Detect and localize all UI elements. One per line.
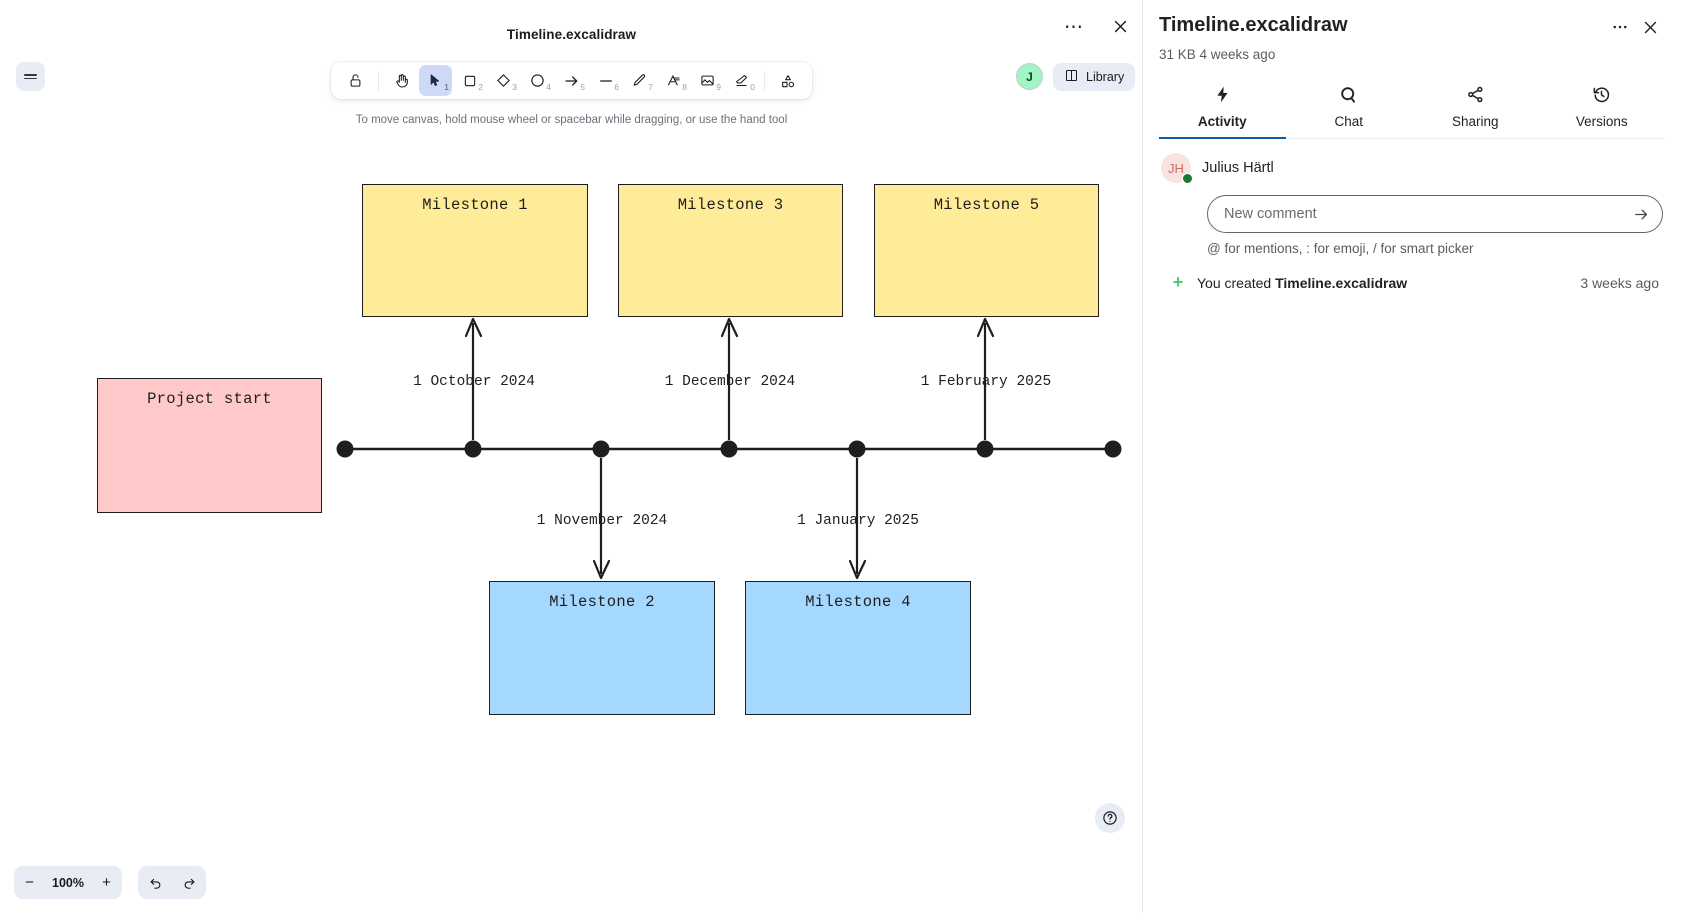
diagram-node-milestone-5[interactable]: Milestone 5 (874, 184, 1099, 317)
node-label: Milestone 1 (422, 196, 528, 214)
close-icon[interactable] (1635, 12, 1665, 42)
date-label: 1 November 2024 (537, 513, 668, 529)
tab-sharing[interactable]: Sharing (1412, 76, 1539, 139)
comment-input[interactable] (1224, 206, 1628, 222)
history-icon (1592, 85, 1611, 107)
node-label: Milestone 4 (805, 593, 911, 611)
node-label: Milestone 5 (934, 196, 1040, 214)
activity-prefix: You created (1197, 275, 1275, 291)
tab-label: Sharing (1452, 114, 1499, 129)
drawing-canvas[interactable]: 1 October 2024 1 December 2024 1 Februar… (0, 0, 1142, 913)
author-name: Julius Härtl (1202, 160, 1274, 176)
new-comment-box[interactable] (1207, 195, 1663, 233)
node-label: Project start (147, 390, 272, 408)
undo-button[interactable] (140, 866, 170, 899)
ellipsis-icon[interactable] (1605, 12, 1635, 42)
file-details-sidebar: Timeline.excalidraw 31 KB 4 weeks ago Ac… (1143, 0, 1681, 913)
arrow-right-icon[interactable] (1628, 201, 1654, 227)
date-label: 1 October 2024 (413, 374, 535, 390)
tab-label: Versions (1576, 114, 1628, 129)
app-window: Timeline.excalidraw ⋯ 1 2 (0, 0, 1682, 913)
diagram-node-project-start[interactable]: Project start (97, 378, 322, 513)
sidebar-tabs: Activity Chat Sharing (1159, 76, 1665, 139)
activity-text: You created Timeline.excalidraw (1197, 275, 1570, 291)
sidebar-title: Timeline.excalidraw (1159, 12, 1605, 38)
activity-panel: JH Julius Härtl @ for mentions, : for em… (1143, 139, 1681, 293)
file-meta: 31 KB 4 weeks ago (1159, 47, 1665, 62)
tab-label: Activity (1198, 114, 1247, 129)
node-label: Milestone 2 (549, 593, 655, 611)
history-controls (138, 866, 206, 899)
activity-filename: Timeline.excalidraw (1275, 275, 1407, 291)
diagram-node-milestone-1[interactable]: Milestone 1 (362, 184, 588, 317)
comment-hint: @ for mentions, : for emoji, / for smart… (1207, 241, 1663, 256)
zoom-out-button[interactable]: − (14, 866, 45, 899)
date-label: 1 January 2025 (797, 513, 919, 529)
activity-bolt-icon (1213, 85, 1232, 107)
tab-chat[interactable]: Chat (1286, 76, 1413, 139)
node-label: Milestone 3 (678, 196, 784, 214)
zoom-level[interactable]: 100% (45, 876, 91, 890)
online-status-dot (1182, 173, 1193, 184)
date-label: 1 February 2025 (921, 374, 1052, 390)
plus-icon: + (1169, 272, 1187, 293)
list-item[interactable]: + You created Timeline.excalidraw 3 week… (1169, 272, 1663, 293)
date-label: 1 December 2024 (665, 374, 796, 390)
tab-activity[interactable]: Activity (1159, 76, 1286, 139)
diagram-node-milestone-4[interactable]: Milestone 4 (745, 581, 971, 715)
sidebar-header: Timeline.excalidraw 31 KB 4 weeks ago Ac… (1143, 0, 1681, 139)
diagram-node-milestone-2[interactable]: Milestone 2 (489, 581, 715, 715)
zoom-controls: − 100% + (14, 866, 122, 899)
chat-search-icon (1339, 85, 1358, 107)
comment-author: JH Julius Härtl (1161, 153, 1663, 183)
tab-label: Chat (1334, 114, 1363, 129)
activity-timestamp: 3 weeks ago (1580, 275, 1663, 291)
redo-button[interactable] (174, 866, 204, 899)
zoom-in-button[interactable]: + (91, 866, 122, 899)
tab-versions[interactable]: Versions (1539, 76, 1666, 139)
help-button[interactable] (1095, 803, 1125, 833)
diagram-node-milestone-3[interactable]: Milestone 3 (618, 184, 843, 317)
share-icon (1466, 85, 1485, 107)
excalidraw-editor: Timeline.excalidraw ⋯ 1 2 (0, 0, 1143, 913)
